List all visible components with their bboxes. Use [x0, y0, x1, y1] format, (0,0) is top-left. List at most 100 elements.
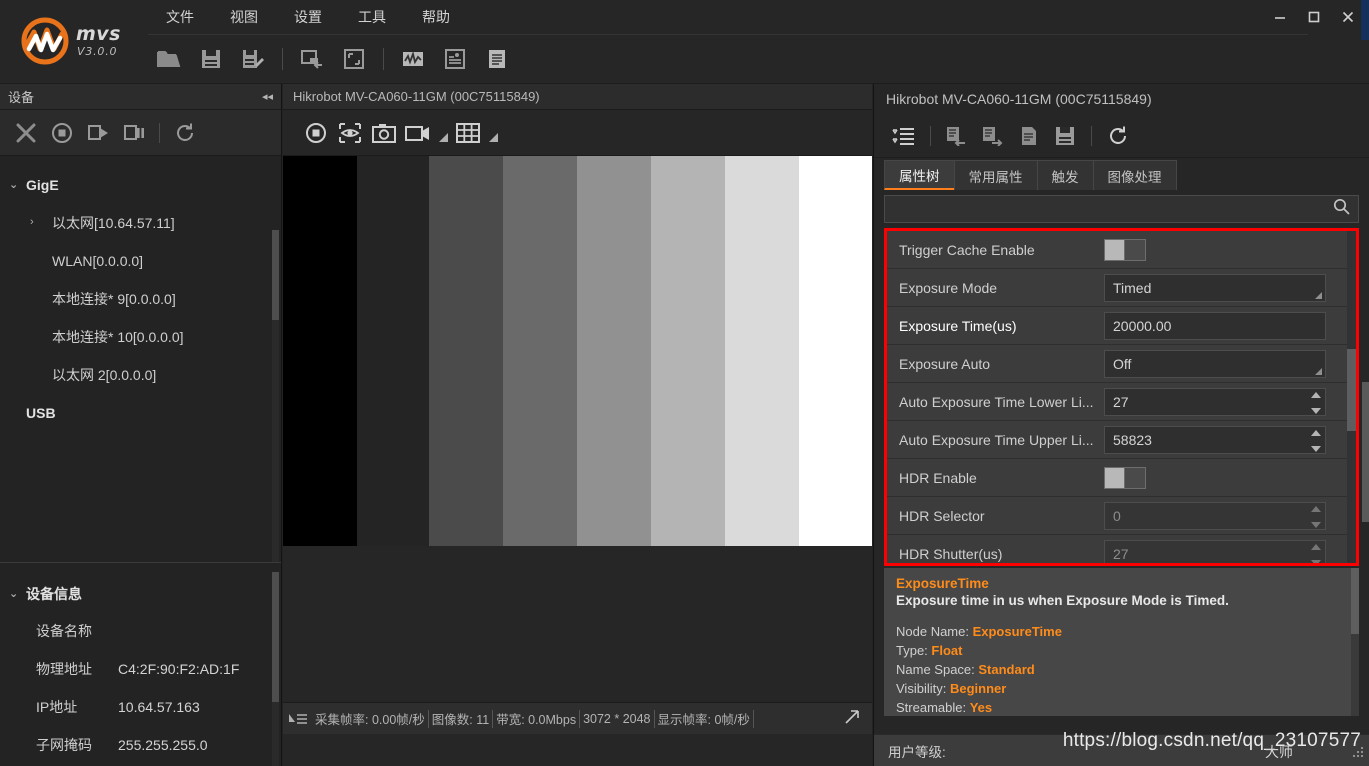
refresh-icon[interactable]	[167, 115, 203, 151]
tab-common-properties[interactable]: 常用属性	[954, 160, 1038, 190]
property-value-field[interactable]: Timed	[1104, 274, 1326, 302]
spinner-up-icon[interactable]	[1311, 392, 1321, 398]
tab-image-processing[interactable]: 图像处理	[1093, 160, 1177, 190]
property-row[interactable]: Exposure ModeTimed	[887, 269, 1356, 307]
grid-layout-icon[interactable]	[451, 114, 485, 152]
device-info-scroll-thumb[interactable]	[272, 572, 279, 702]
chevron-right-icon[interactable]: ›	[30, 216, 34, 228]
property-row[interactable]: Exposure AutoOff	[887, 345, 1356, 383]
toggle-knob[interactable]	[1104, 467, 1125, 489]
property-value-field[interactable]: Off	[1104, 350, 1326, 378]
chevron-down-icon[interactable]: ⌄	[9, 587, 18, 600]
spinner-down-icon[interactable]	[1311, 560, 1321, 566]
pause-grab-icon[interactable]	[116, 115, 152, 151]
fullscreen-icon[interactable]	[333, 38, 375, 80]
resize-corner-icon[interactable]	[844, 709, 860, 728]
tree-group-gige[interactable]: ⌄ GigE	[0, 166, 281, 204]
spinner-down-icon[interactable]	[1311, 408, 1321, 414]
spinner-control[interactable]	[1311, 430, 1321, 452]
spinner-down-icon[interactable]	[1311, 522, 1321, 528]
property-row[interactable]: HDR Shutter(us)27	[887, 535, 1356, 566]
save-icon[interactable]	[190, 38, 232, 80]
property-list[interactable]: Trigger Cache EnableExposure ModeTimedEx…	[884, 228, 1359, 566]
tab-property-tree[interactable]: 属性树	[884, 160, 955, 190]
spinner-control[interactable]	[1311, 544, 1321, 566]
device-info-scrollbar[interactable]	[272, 572, 279, 766]
device-tree-scroll-thumb[interactable]	[272, 230, 279, 320]
property-row[interactable]: Exposure Time(us)20000.00	[887, 307, 1356, 345]
resize-grip-icon[interactable]	[1350, 744, 1366, 763]
tree-item-ethernet1[interactable]: › 以太网[10.64.57.11]	[0, 204, 281, 242]
spinner-control[interactable]	[1311, 392, 1321, 414]
trigger-once-icon[interactable]	[333, 114, 367, 152]
menu-file[interactable]: 文件	[148, 0, 212, 34]
refresh-icon[interactable]	[1100, 118, 1136, 154]
status-list-icon[interactable]	[283, 712, 312, 726]
chevron-down-icon[interactable]	[1315, 368, 1322, 375]
property-value-field[interactable]: 27	[1104, 388, 1326, 416]
snapshot-icon[interactable]	[367, 114, 401, 152]
chevron-down-icon[interactable]: ⌄	[9, 178, 18, 191]
tree-item-local9[interactable]: 本地连接* 9[0.0.0.0]	[0, 280, 281, 318]
description-scrollbar[interactable]	[1351, 568, 1359, 716]
start-grab-icon[interactable]	[80, 115, 116, 151]
device-info-header[interactable]: ⌄ 设备信息	[0, 576, 281, 612]
close-button[interactable]	[1331, 2, 1365, 32]
property-value-field[interactable]: 0	[1104, 502, 1326, 530]
collapse-left-icon[interactable]: ◂◂	[262, 90, 273, 103]
menu-help[interactable]: 帮助	[404, 0, 468, 34]
spinner-control[interactable]	[1311, 506, 1321, 528]
image-export-icon[interactable]	[291, 38, 333, 80]
export-features-icon[interactable]	[975, 118, 1011, 154]
property-value-field[interactable]: 20000.00	[1104, 312, 1326, 340]
save-file-icon[interactable]	[1047, 118, 1083, 154]
tree-group-usb[interactable]: USB	[0, 394, 281, 432]
grid-caret-icon[interactable]	[485, 114, 501, 152]
save-as-icon[interactable]	[232, 38, 274, 80]
maximize-button[interactable]	[1297, 2, 1331, 32]
toggle-track[interactable]	[1125, 467, 1146, 489]
log-icon[interactable]	[476, 38, 518, 80]
menu-view[interactable]: 视图	[212, 0, 276, 34]
property-scroll-thumb[interactable]	[1347, 349, 1356, 431]
spinner-up-icon[interactable]	[1311, 544, 1321, 550]
property-scrollbar[interactable]	[1347, 231, 1356, 563]
open-folder-icon[interactable]	[148, 38, 190, 80]
spinner-down-icon[interactable]	[1311, 446, 1321, 452]
property-row[interactable]: HDR Enable	[887, 459, 1356, 497]
disconnect-icon[interactable]	[8, 115, 44, 151]
spinner-up-icon[interactable]	[1311, 430, 1321, 436]
tree-collapse-icon[interactable]	[886, 118, 922, 154]
image-list-icon[interactable]	[434, 38, 476, 80]
description-scroll-thumb[interactable]	[1351, 568, 1359, 634]
minimize-button[interactable]	[1263, 2, 1297, 32]
image-display-area[interactable]: 采集帧率: 0.00帧/秒 图像数: 11 带宽: 0.0Mbps 3072 *…	[283, 156, 872, 734]
menu-tools[interactable]: 工具	[340, 0, 404, 34]
record-video-icon[interactable]	[401, 114, 435, 152]
property-row[interactable]: Trigger Cache Enable	[887, 231, 1356, 269]
tree-item-local10[interactable]: 本地连接* 10[0.0.0.0]	[0, 318, 281, 356]
property-row[interactable]: HDR Selector0	[887, 497, 1356, 535]
toggle-knob[interactable]	[1104, 239, 1125, 261]
property-toggle[interactable]	[1104, 239, 1146, 261]
property-row[interactable]: Auto Exposure Time Upper Li...58823	[887, 421, 1356, 459]
spinner-up-icon[interactable]	[1311, 506, 1321, 512]
stop-icon[interactable]	[44, 115, 80, 151]
property-value-field[interactable]: 27	[1104, 540, 1326, 567]
search-icon[interactable]	[1333, 198, 1350, 220]
property-value-field[interactable]: 58823	[1104, 426, 1326, 454]
device-tree-scrollbar[interactable]	[272, 230, 279, 562]
waveform-icon[interactable]	[392, 38, 434, 80]
tree-item-ethernet2[interactable]: 以太网 2[0.0.0.0]	[0, 356, 281, 394]
toggle-track[interactable]	[1125, 239, 1146, 261]
load-file-icon[interactable]	[1011, 118, 1047, 154]
feature-search-box[interactable]	[884, 195, 1359, 223]
feature-panel-outer-scroll-thumb[interactable]	[1362, 382, 1369, 522]
menu-settings[interactable]: 设置	[276, 0, 340, 34]
property-toggle[interactable]	[1104, 467, 1146, 489]
tree-item-wlan[interactable]: WLAN[0.0.0.0]	[0, 242, 281, 280]
chevron-down-icon[interactable]	[1315, 292, 1322, 299]
record-caret-icon[interactable]	[435, 114, 451, 152]
stop-grab-icon[interactable]	[299, 114, 333, 152]
search-input[interactable]	[893, 202, 1333, 217]
